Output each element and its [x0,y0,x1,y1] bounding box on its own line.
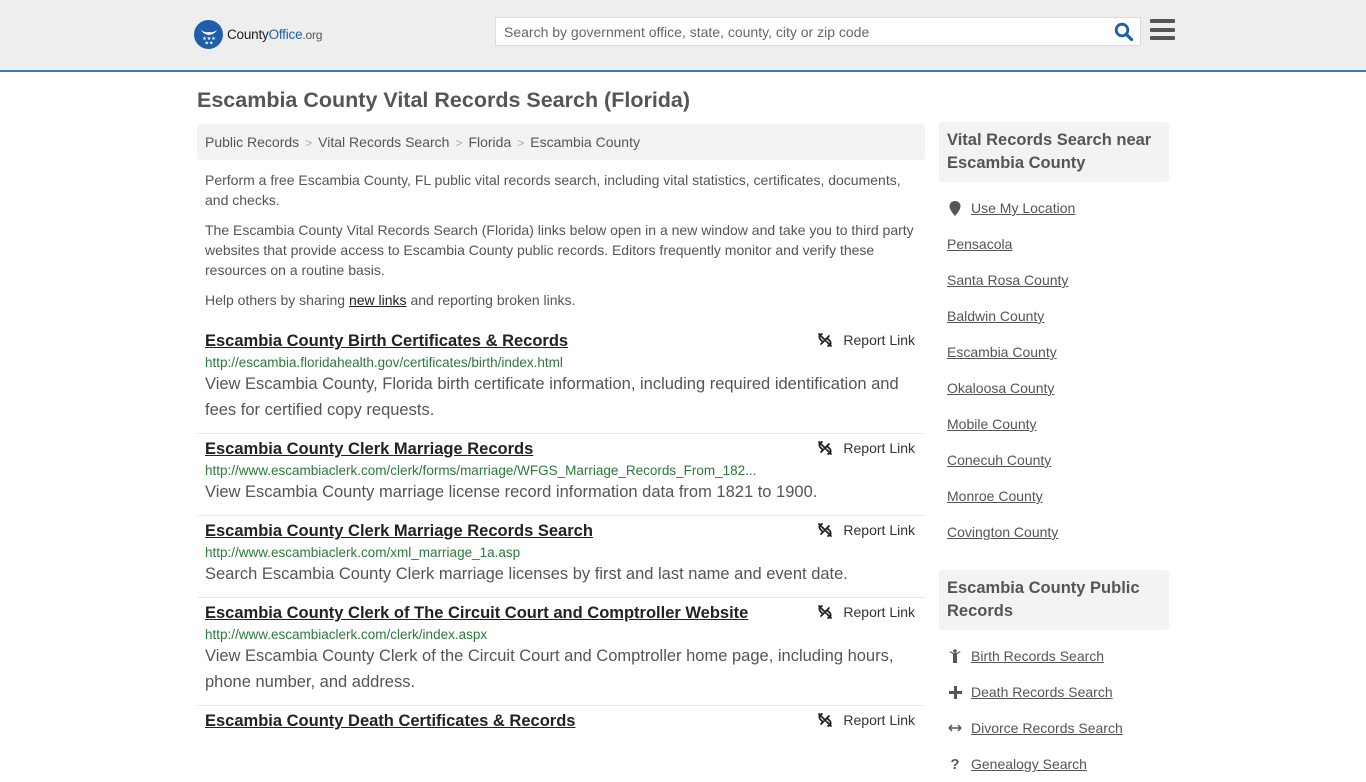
nearby-link[interactable]: Monroe County [947,488,1043,504]
site-logo[interactable]: ★★★ ★★ CountyOffice.org [194,20,322,49]
report-link-button[interactable]: Report Link [817,332,915,348]
result-title-link[interactable]: Escambia County Clerk of The Circuit Cou… [205,604,748,623]
nearby-heading: Vital Records Search near Escambia Count… [939,122,1169,182]
nearby-link[interactable]: Okaloosa County [947,380,1054,396]
search-input[interactable] [496,18,1096,45]
report-link-button[interactable]: Report Link [817,712,915,728]
nearby-item: Escambia County [947,334,1161,370]
public-records-item: Death Records Search [947,674,1161,710]
new-links-link[interactable]: new links [349,292,407,308]
result-item: Escambia County Clerk Marriage Records S… [197,516,925,598]
breadcrumb: Public Records > Vital Records Search > Flor… [197,124,925,160]
search-box [495,17,1141,46]
report-link-button[interactable]: Report Link [817,604,915,620]
arrows-horizontal-icon [947,723,963,733]
breadcrumb-florida[interactable]: Florida [468,134,511,150]
nearby-item: Okaloosa County [947,370,1161,406]
nearby-list: Use My Location Pensacola Santa Rosa Cou… [939,182,1169,550]
map-marker-icon [947,200,963,216]
nearby-item: Covington County [947,514,1161,550]
result-item: Escambia County Clerk Marriage Records R… [197,434,925,516]
public-records-item: ? Genealogy Search [947,746,1161,782]
hamburger-menu-icon[interactable] [1150,19,1175,42]
breadcrumb-separator: > [305,136,313,150]
result-title-link[interactable]: Escambia County Birth Certificates & Rec… [205,332,568,351]
nearby-item: Santa Rosa County [947,262,1161,298]
breadcrumb-vital-records-search[interactable]: Vital Records Search [318,134,449,150]
svg-text:★★: ★★ [204,40,213,46]
nearby-link[interactable]: Baldwin County [947,308,1044,324]
result-url: http://www.escambiaclerk.com/xml_marriag… [205,545,521,560]
breadcrumb-separator: > [517,136,525,150]
nearby-link[interactable]: Pensacola [947,236,1012,252]
result-description: View Escambia County marriage license re… [205,483,818,501]
public-records-list: Birth Records Search Death Records Searc… [939,630,1169,782]
use-my-location-link[interactable]: Use My Location [971,200,1075,216]
nearby-item: Monroe County [947,478,1161,514]
result-title-link[interactable]: Escambia County Clerk Marriage Records [205,440,533,459]
death-records-search-link[interactable]: Death Records Search [971,684,1113,700]
site-header: ★★★ ★★ CountyOffice.org [0,0,1366,72]
result-url: http://www.escambiaclerk.com/clerk/index… [205,627,488,642]
breadcrumb-public-records[interactable]: Public Records [205,134,299,150]
result-description: View Escambia County Clerk of the Circui… [205,647,894,691]
intro-paragraph-1: Perform a free Escambia County, FL publi… [205,172,901,208]
nearby-link[interactable]: Santa Rosa County [947,272,1068,288]
result-description: Search Escambia County Clerk marriage li… [205,565,848,583]
logo-wordmark: CountyOffice.org [227,27,323,42]
broken-link-icon [818,333,833,347]
result-title-link[interactable]: Escambia County Death Certificates & Rec… [205,712,575,731]
result-url: http://www.escambiaclerk.com/clerk/forms… [205,463,757,478]
report-link-button[interactable]: Report Link [817,440,915,456]
intro-paragraph-2: The Escambia County Vital Records Search… [205,222,914,278]
breadcrumb-escambia-county[interactable]: Escambia County [530,134,640,150]
divorce-records-search-link[interactable]: Divorce Records Search [971,720,1123,736]
nearby-link[interactable]: Covington County [947,524,1058,540]
genealogy-search-link[interactable]: Genealogy Search [971,756,1087,772]
broken-link-icon [818,523,833,537]
use-my-location-item: Use My Location [947,190,1161,226]
sidebar: Vital Records Search near Escambia Count… [939,122,1169,782]
result-description: View Escambia County, Florida birth cert… [205,375,899,419]
public-records-heading: Escambia County Public Records [939,570,1169,630]
page-title: Escambia County Vital Records Search (Fl… [197,88,691,112]
question-icon: ? [950,755,960,773]
child-icon [947,649,963,663]
nearby-item: Mobile County [947,406,1161,442]
result-item: Escambia County Clerk of The Circuit Cou… [197,598,925,706]
search-icon[interactable] [1114,22,1134,42]
public-records-item: Divorce Records Search [947,710,1161,746]
nearby-link[interactable]: Mobile County [947,416,1037,432]
intro-paragraph-3: Help others by sharing new links and rep… [205,292,576,308]
nearby-item: Baldwin County [947,298,1161,334]
report-link-button[interactable]: Report Link [817,522,915,538]
nearby-item: Pensacola [947,226,1161,262]
broken-link-icon [818,605,833,619]
eagle-stars-logo-icon: ★★★ ★★ [194,20,223,49]
public-records-item: Birth Records Search [947,638,1161,674]
breadcrumb-separator: > [455,136,463,150]
result-title-link[interactable]: Escambia County Clerk Marriage Records S… [205,522,593,541]
plus-icon [947,685,963,699]
intro-text: Perform a free Escambia County, FL publi… [205,170,920,320]
nearby-link[interactable]: Conecuh County [947,452,1051,468]
results-list: Escambia County Birth Certificates & Rec… [197,326,925,741]
nearby-link[interactable]: Escambia County [947,344,1057,360]
result-url: http://escambia.floridahealth.gov/certif… [205,355,563,370]
birth-records-search-link[interactable]: Birth Records Search [971,648,1104,664]
nearby-item: Conecuh County [947,442,1161,478]
result-item: Escambia County Birth Certificates & Rec… [197,326,925,434]
broken-link-icon [818,713,833,727]
broken-link-icon [818,441,833,455]
result-item: Escambia County Death Certificates & Rec… [197,706,925,741]
